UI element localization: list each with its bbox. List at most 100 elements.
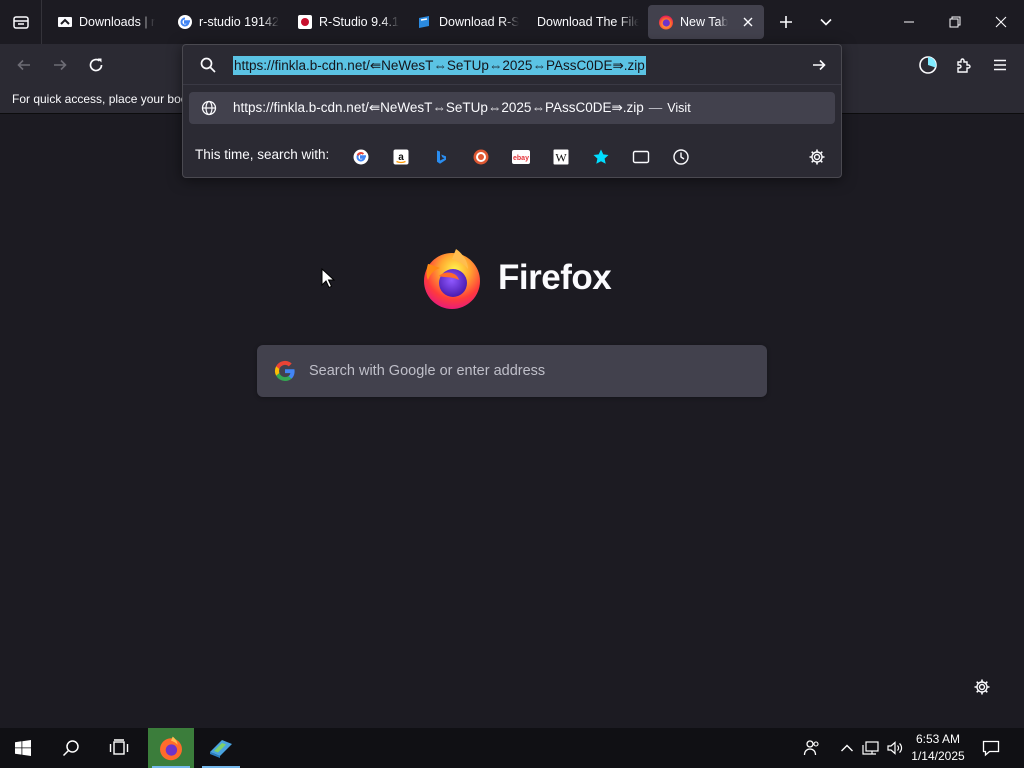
taskbar-clock[interactable]: 6:53 AM 1/14/2025 xyxy=(906,731,970,765)
search-icon xyxy=(62,740,79,757)
tray-overflow-button[interactable] xyxy=(836,728,858,768)
taskbar-search-button[interactable] xyxy=(48,728,94,768)
urlbar-suggestion-visit[interactable]: https://finkla.b-cdn.net/⇚NeWesT⇔SeTUp⇔2… xyxy=(189,92,835,124)
new-tab-button[interactable] xyxy=(770,6,802,38)
firefox-icon xyxy=(160,736,182,761)
forward-arrow-icon xyxy=(54,59,67,71)
account-button[interactable] xyxy=(912,49,944,81)
engine-google-button[interactable] xyxy=(349,145,373,169)
firefox-account-icon xyxy=(919,56,937,74)
tab-strip: Downloads | r r-studio 19142 R-Studio 9.… xyxy=(0,0,1024,44)
svg-text:ebay: ebay xyxy=(513,155,529,162)
firefox-icon xyxy=(658,14,674,30)
duckduckgo-icon xyxy=(473,149,489,165)
newtab-search-input[interactable] xyxy=(309,359,749,383)
go-button[interactable] xyxy=(807,53,831,77)
chevron-up-icon xyxy=(841,744,853,752)
tab-download-file[interactable]: Download The File xyxy=(527,5,639,39)
tab-downloads[interactable]: Downloads | r xyxy=(47,5,159,39)
tab-label: Download The File xyxy=(537,15,639,29)
engine-bing-button[interactable] xyxy=(429,145,453,169)
taskbar-firefox[interactable] xyxy=(148,728,194,768)
tab-new-tab[interactable]: New Tab xyxy=(648,5,764,39)
tab-manager-icon xyxy=(12,16,29,29)
tab-label: R-Studio 9.4.1 xyxy=(319,15,399,29)
tray-people-button[interactable] xyxy=(798,728,826,768)
close-tab-icon[interactable] xyxy=(740,14,756,30)
star-icon xyxy=(593,149,609,164)
tab-manager-button[interactable] xyxy=(0,0,42,44)
start-button[interactable] xyxy=(0,728,46,768)
tab-rstudio[interactable]: R-Studio 9.4.1 xyxy=(287,5,399,39)
people-icon xyxy=(803,740,819,756)
google-icon xyxy=(177,14,193,30)
engine-amazon-button[interactable]: a xyxy=(389,145,413,169)
engine-duckduckgo-button[interactable] xyxy=(469,145,493,169)
list-all-tabs-button[interactable] xyxy=(810,6,842,38)
tab-label: Downloads | r xyxy=(79,15,156,29)
extensions-button[interactable] xyxy=(948,49,980,81)
google-icon xyxy=(353,149,369,165)
clock-time: 6:53 AM xyxy=(915,732,961,746)
mouse-cursor-icon xyxy=(321,268,335,289)
svg-text:a: a xyxy=(398,152,404,163)
windows-taskbar: 6:53 AM 1/14/2025 xyxy=(0,728,1024,768)
restore-button[interactable] xyxy=(932,0,978,44)
tab-label: New Tab xyxy=(680,15,729,29)
suggestion-text: https://finkla.b-cdn.net/⇚NeWesT⇔SeTUp⇔2… xyxy=(233,100,691,116)
firefox-brand: Firefox xyxy=(420,246,612,310)
minimize-button[interactable] xyxy=(886,0,932,44)
download-site-icon xyxy=(57,14,73,30)
chevron-down-icon xyxy=(820,18,832,26)
amazon-icon: a xyxy=(393,149,409,165)
reload-button[interactable] xyxy=(80,49,112,81)
volume-icon xyxy=(887,741,903,755)
tray-volume-button[interactable] xyxy=(884,728,906,768)
clock-icon xyxy=(673,149,689,165)
action-center-button[interactable] xyxy=(976,728,1006,768)
bing-icon xyxy=(437,150,446,164)
gear-icon xyxy=(809,149,825,165)
clock-date: 1/14/2025 xyxy=(911,749,965,763)
engine-ebay-button[interactable]: ebay xyxy=(509,145,533,169)
google-logo-icon xyxy=(274,360,295,382)
tab-download-rs[interactable]: Download R-S xyxy=(407,5,519,39)
task-view-button[interactable] xyxy=(96,728,142,768)
forward-button[interactable] xyxy=(44,49,76,81)
puzzle-icon xyxy=(957,58,971,73)
task-view-icon xyxy=(109,739,129,755)
search-history-button[interactable] xyxy=(669,145,693,169)
close-window-button[interactable] xyxy=(978,0,1024,44)
bookmarks-hint: For quick access, place your boo xyxy=(12,92,188,106)
newtab-search-box[interactable] xyxy=(257,345,767,397)
suggestion-url: https://finkla.b-cdn.net/⇚NeWesT⇔SeTUp⇔2… xyxy=(233,100,644,115)
restore-icon xyxy=(949,16,961,28)
taskbar-app-installer[interactable] xyxy=(198,728,244,768)
urlbar-popup: https://finkla.b-cdn.net/⇚NeWesT⇔SeTUp⇔2… xyxy=(182,44,842,178)
rstudio-site-icon xyxy=(297,14,313,30)
app-menu-button[interactable] xyxy=(984,49,1016,81)
tab-google-search[interactable]: r-studio 19142 xyxy=(167,5,279,39)
newtab-settings-button[interactable] xyxy=(970,675,994,699)
close-icon xyxy=(995,16,1007,28)
back-button[interactable] xyxy=(8,49,40,81)
tab-label: r-studio 19142 xyxy=(199,15,279,29)
notification-icon xyxy=(982,740,1000,757)
urlbar-input[interactable]: https://finkla.b-cdn.net/⇚NeWesT⇔SeTUp⇔2… xyxy=(233,56,646,75)
search-bookmarks-button[interactable] xyxy=(589,145,613,169)
tray-network-button[interactable] xyxy=(860,728,882,768)
search-icon xyxy=(200,57,216,73)
search-tabs-button[interactable] xyxy=(629,145,653,169)
engine-wikipedia-button[interactable]: W xyxy=(549,145,573,169)
back-arrow-icon xyxy=(17,59,30,71)
network-icon xyxy=(862,741,879,755)
windows-logo-icon xyxy=(15,740,31,756)
suggestion-action: Visit xyxy=(667,101,691,115)
tab-icon xyxy=(632,150,650,164)
suggestion-separator: — xyxy=(648,100,663,115)
search-settings-button[interactable] xyxy=(805,145,829,169)
globe-icon xyxy=(201,100,217,116)
urlbar-input-row: https://finkla.b-cdn.net/⇚NeWesT⇔SeTUp⇔2… xyxy=(183,45,841,85)
tab-label: Download R-S xyxy=(439,15,519,29)
svg-text:W: W xyxy=(555,151,567,165)
